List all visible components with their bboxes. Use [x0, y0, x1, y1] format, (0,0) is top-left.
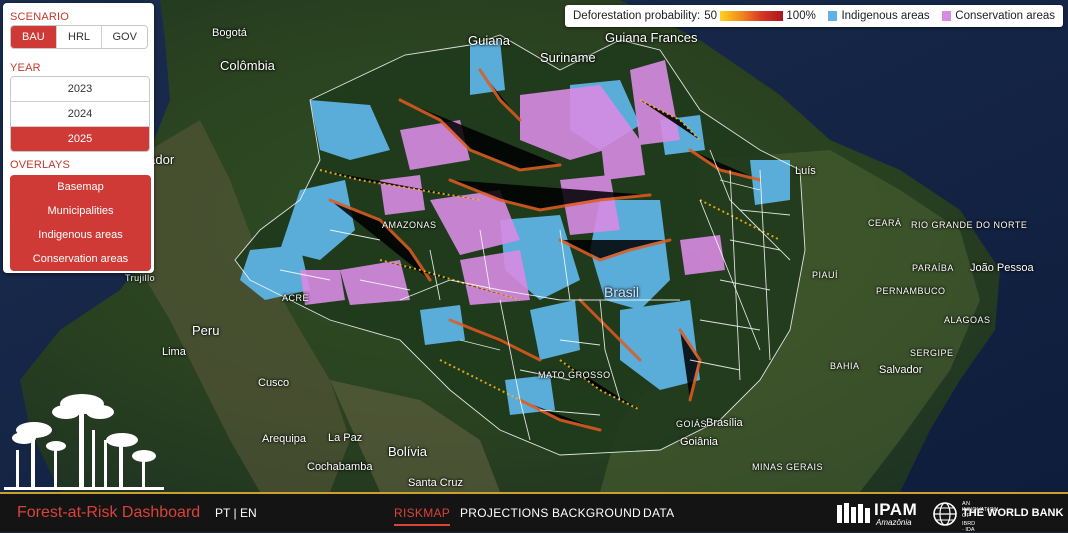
- map-label-goiania: Goiânia: [680, 436, 718, 448]
- map-label-amazonas: AMAZONAS: [382, 220, 437, 230]
- overlay-municipalities-toggle[interactable]: Municipalities: [10, 199, 151, 223]
- globe-icon: [933, 502, 957, 526]
- map-label-suriname: Suriname: [540, 50, 596, 65]
- scenario-title: SCENARIO: [10, 11, 70, 23]
- map-label-acre: ACRE: [282, 293, 310, 303]
- ipam-sub: Amazônia: [876, 518, 912, 527]
- map-label-goias: GOIÁS: [676, 419, 708, 429]
- nav-background[interactable]: BACKGROUND: [552, 506, 641, 520]
- ipam-trees-icon: [837, 503, 870, 523]
- world-bank-logo: AN INNOVATION OF THE WORLD BANK IBRD · I…: [932, 501, 1063, 533]
- overlay-conservation-toggle[interactable]: Conservation areas: [10, 247, 151, 271]
- map-label-trujillo: Trujillo: [125, 273, 156, 283]
- year-2025-button[interactable]: 2025: [11, 126, 149, 151]
- map-label-guiana-francesa: Guiana Frances: [605, 30, 698, 45]
- map-label-peru: Peru: [192, 323, 220, 338]
- map-label-luis: Luís: [795, 165, 816, 177]
- legend-indigenous: Indigenous areas: [841, 10, 930, 22]
- ipam-name: IPAM: [874, 500, 918, 519]
- legend-conservation: Conservation areas: [955, 10, 1056, 22]
- dashboard-title: Forest-at-Risk Dashboard: [17, 504, 201, 521]
- ipam-logo: IPAM Amazônia: [836, 500, 917, 530]
- map-label-cochabamba: Cochabamba: [307, 461, 373, 473]
- map-label-lima: Lima: [162, 346, 186, 358]
- year-selector: 2023 2024 2025: [10, 76, 150, 152]
- map-label-bogota: Bogotá: [212, 27, 247, 39]
- scenario-selector: BAU HRL GOV: [10, 25, 148, 49]
- map-label-arequipa: Arequipa: [262, 433, 307, 445]
- year-2023-button[interactable]: 2023: [11, 77, 149, 101]
- map-label-brasil: Brasil: [604, 284, 640, 300]
- forest-logo: [4, 390, 169, 497]
- legend-max: 100%: [786, 10, 816, 22]
- wb-name: THE WORLD BANK: [962, 507, 1064, 519]
- map-label-salvador: Salvador: [879, 364, 923, 376]
- map-label-santa-cruz: Santa Cruz: [408, 477, 464, 489]
- map-label-cusco: Cusco: [258, 377, 290, 389]
- map-label-alagoas: ALAGOAS: [944, 315, 991, 325]
- map-label-guiana: Guiana: [468, 33, 510, 48]
- scenario-hrl-button[interactable]: HRL: [55, 26, 102, 48]
- map-label-paraiba: PARAÍBA: [912, 263, 954, 273]
- overlays-title: OVERLAYS: [10, 159, 71, 171]
- language-switcher: PT | EN: [215, 506, 257, 520]
- map-label-bahia: BAHIA: [830, 361, 860, 371]
- overlays-list: Basemap Municipalities Indigenous areas …: [10, 175, 151, 271]
- map-label-la-paz: La Paz: [328, 432, 363, 444]
- conservation-swatch: [941, 11, 952, 21]
- probability-gradient: [720, 11, 784, 21]
- map-label-mato-grosso: MATO GROSSO: [538, 370, 611, 380]
- map-legend: Deforestation probability: 50 100% Indig…: [565, 5, 1063, 27]
- map-label-pernambuco: PERNAMBUCO: [876, 286, 946, 296]
- year-title: YEAR: [10, 62, 41, 74]
- map-label-piaui: PIAUÍ: [812, 270, 839, 280]
- overlay-basemap-toggle[interactable]: Basemap: [10, 175, 151, 199]
- nav-riskmap[interactable]: RISKMAP: [394, 506, 451, 526]
- scenario-gov-button[interactable]: GOV: [101, 26, 147, 48]
- bottom-navbar: Forest-at-Risk Dashboard PT | EN RISKMAP…: [0, 492, 1068, 533]
- map-label-minas-gerais: MINAS GERAIS: [752, 462, 824, 472]
- control-panel: SCENARIO BAU HRL GOV YEAR 2023 2024 2025…: [3, 3, 154, 273]
- nav-data[interactable]: DATA: [643, 506, 674, 520]
- scenario-bau-button[interactable]: BAU: [11, 26, 56, 48]
- legend-min: 50: [704, 10, 718, 22]
- nav-projections[interactable]: PROJECTIONS: [460, 506, 549, 520]
- map-label-joao-pessoa: João Pessoa: [970, 262, 1034, 274]
- legend-label: Deforestation probability:: [573, 10, 701, 22]
- overlay-indigenous-toggle[interactable]: Indigenous areas: [10, 223, 151, 247]
- indigenous-swatch: [827, 11, 838, 21]
- map-label-brasilia: Brasília: [706, 417, 743, 429]
- lang-separator: |: [233, 506, 237, 520]
- wb-sub: IBRD · IDA: [962, 521, 976, 533]
- map-label-bolivia: Bolívia: [388, 444, 428, 459]
- lang-en-link[interactable]: EN: [240, 506, 257, 520]
- map-label-sergipe: SERGIPE: [910, 348, 954, 358]
- year-2024-button[interactable]: 2024: [11, 101, 149, 126]
- map-label-colombia: Colômbia: [220, 58, 275, 73]
- map-label-ceara: CEARÁ: [868, 218, 902, 228]
- lang-pt-link[interactable]: PT: [215, 506, 230, 520]
- map-label-rio-grande-do-norte: RIO GRANDE DO NORTE: [911, 220, 1028, 230]
